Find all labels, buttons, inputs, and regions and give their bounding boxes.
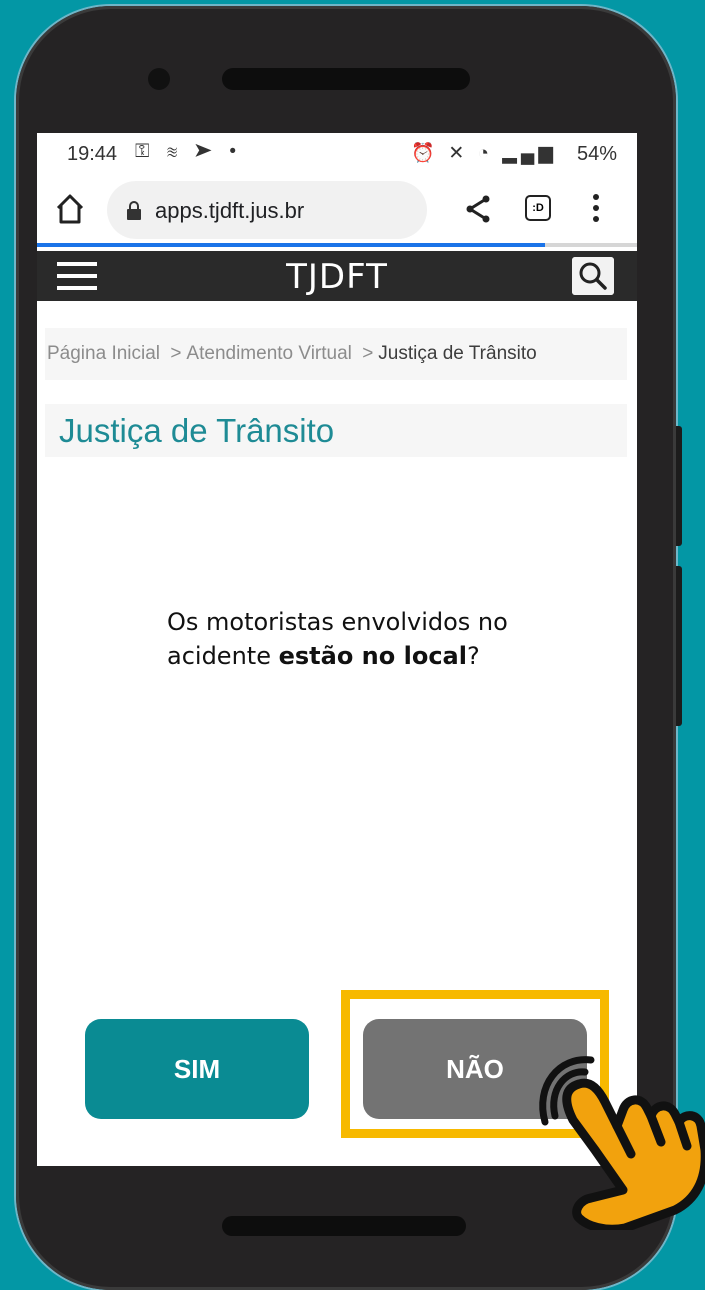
front-camera bbox=[148, 68, 170, 90]
notification-icons: ⚿ ≋ ➤ • bbox=[135, 141, 243, 162]
page-title: Justiça de Trânsito bbox=[59, 412, 335, 449]
browser-toolbar: apps.tjdft.jus.br :D bbox=[37, 177, 637, 247]
breadcrumb-current: Justiça de Trânsito bbox=[378, 343, 537, 364]
lock-icon bbox=[127, 201, 141, 220]
breadcrumb-home[interactable]: Página Inicial bbox=[47, 343, 160, 364]
page-title-box: Justiça de Trânsito bbox=[45, 404, 627, 457]
address-bar[interactable]: apps.tjdft.jus.br bbox=[107, 181, 427, 239]
share-icon[interactable] bbox=[465, 195, 491, 223]
earpiece-speaker bbox=[222, 68, 470, 90]
yes-button[interactable]: SIM bbox=[85, 1019, 309, 1119]
system-icons: ⏰ ✕ ◔ ▂▄▆ bbox=[411, 143, 557, 164]
page-load-progress bbox=[37, 243, 637, 247]
question-text: Os motoristas envolvidos no acidente est… bbox=[167, 608, 508, 670]
breadcrumb-atendimento[interactable]: Atendimento Virtual bbox=[186, 343, 351, 364]
url-text: apps.tjdft.jus.br bbox=[155, 198, 305, 223]
site-header: TJDFT bbox=[37, 251, 637, 301]
search-icon[interactable] bbox=[572, 257, 614, 295]
status-bar: 19:44 ⚿ ≋ ➤ • ⏰ ✕ ◔ ▂▄▆ 54% bbox=[37, 133, 637, 177]
status-time: 19:44 bbox=[67, 143, 118, 165]
home-icon[interactable] bbox=[55, 193, 85, 225]
breadcrumb: Página Inicial > Atendimento Virtual > Jus… bbox=[45, 328, 627, 380]
breadcrumb-separator: > bbox=[362, 343, 374, 364]
volume-button bbox=[676, 426, 682, 546]
bottom-speaker bbox=[222, 1216, 466, 1236]
more-menu-icon[interactable] bbox=[593, 193, 599, 223]
breadcrumb-separator: > bbox=[170, 343, 182, 364]
battery-level: 54% bbox=[576, 143, 617, 165]
site-logo[interactable]: TJDFT bbox=[37, 257, 637, 297]
pointing-hand-icon bbox=[539, 1056, 705, 1230]
power-button bbox=[676, 566, 682, 726]
tabs-icon[interactable]: :D bbox=[525, 195, 551, 221]
question-emphasis: estão no local bbox=[278, 642, 467, 670]
